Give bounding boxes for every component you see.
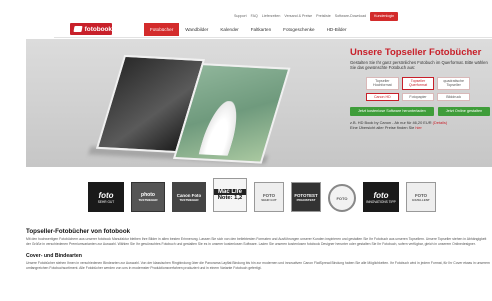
canon-testsieger-badge: Canon Foto TESTSIEGER bbox=[172, 182, 206, 212]
badge-sub: Note: 1,2 bbox=[217, 195, 243, 201]
cta-buttons: Jetzt kostenlose Software herunterladen … bbox=[350, 106, 491, 116]
badge-sub: SEHR GUT bbox=[261, 197, 277, 202]
book-icon bbox=[73, 26, 83, 32]
nav-item-hd-bilder[interactable]: HD-Bilder bbox=[321, 23, 353, 36]
fototest-badge: FOTOTEST PRAXISTEST bbox=[291, 182, 321, 212]
option-quadratisch[interactable]: quadratische Topseller bbox=[437, 76, 470, 90]
foto-magazin-badge: FOTO SEHR GUT bbox=[254, 182, 284, 212]
nav-item-fotogeschenke[interactable]: Fotogeschenke bbox=[277, 23, 320, 36]
main-nav: fotobook Fotobücher Wandbilder Kalender … bbox=[54, 23, 492, 38]
hero-subtitle: Gestalten Sie Ihr ganz persönliches Foto… bbox=[350, 60, 488, 71]
faq-link[interactable]: FAQ bbox=[251, 12, 258, 21]
bindearten-paragraph: Unsere Fotobücher stehen Ihnen in versch… bbox=[26, 261, 490, 270]
badge-sub: INNOVATIONS TIPP bbox=[366, 199, 396, 204]
badge-title: foto bbox=[98, 190, 114, 200]
photo-testsieger-badge: photo TESTSIEGER bbox=[131, 182, 165, 212]
award-badges: foto SEHR GUT photo TESTSIEGER Canon Fot… bbox=[88, 178, 436, 212]
logo-text: fotobook bbox=[84, 25, 112, 33]
price-details-link[interactable]: (Details) bbox=[433, 120, 447, 125]
nav-item-fotobuecher[interactable]: Fotobücher bbox=[144, 23, 180, 36]
preisliste-link[interactable]: Preisliste bbox=[316, 12, 331, 21]
foto-badge: foto SEHR GUT bbox=[88, 182, 124, 212]
option-canon-hd[interactable]: Canon HD bbox=[366, 92, 399, 101]
price-note: Eine Übersicht aller Preise finden Sie bbox=[350, 124, 415, 130]
hero-title: Unsere Topseller Fotobücher bbox=[350, 47, 482, 58]
page: Support FAQ Lieferzeiten Versand & Preis… bbox=[0, 0, 492, 301]
badge-title: FOTO bbox=[336, 195, 348, 201]
foto-exzellent-badge: FOTO EXZELLENT bbox=[406, 182, 436, 212]
fotobook-logo[interactable]: fotobook bbox=[70, 23, 112, 35]
price-info: z.B. HD Book by Canon - Ab nur für 46,20… bbox=[350, 120, 488, 130]
option-bilddruck[interactable]: Bilddruck bbox=[437, 92, 470, 101]
seo-content: Topseller-Fotobücher von fotobook Mit de… bbox=[26, 228, 492, 270]
badge-sub: TESTSIEGER bbox=[179, 197, 199, 202]
badge-title: foto bbox=[373, 190, 389, 200]
badge-sub: SEHR GUT bbox=[97, 199, 115, 204]
badge-sub: EXZELLENT bbox=[412, 197, 430, 202]
kundenlogin-button[interactable]: Kundenlogin bbox=[370, 12, 399, 21]
online-gestalten-button[interactable]: Jetzt Online gestalten bbox=[437, 106, 491, 116]
badge-sub: TESTSIEGER bbox=[138, 198, 158, 202]
support-link[interactable]: Support bbox=[234, 12, 247, 21]
bindearten-heading: Cover- und Bindearten bbox=[26, 253, 82, 260]
software-download-button[interactable]: Jetzt kostenlose Software herunterladen bbox=[350, 106, 434, 116]
topseller-panel: Unsere Topseller Fotobücher Gestalten Si… bbox=[350, 47, 491, 130]
nav-item-kalender[interactable]: Kalender bbox=[214, 23, 244, 36]
topseller-heading: Topseller-Fotobücher von fotobook bbox=[26, 228, 131, 235]
nav-item-wandbilder[interactable]: Wandbilder bbox=[179, 23, 214, 36]
nav-item-faltkarten[interactable]: Faltkarten bbox=[245, 23, 277, 36]
hero-banner: Unsere Topseller Fotobücher Gestalten Si… bbox=[26, 39, 492, 167]
top-links-bar: Support FAQ Lieferzeiten Versand & Preis… bbox=[234, 12, 399, 21]
software-download-link[interactable]: Software-Download bbox=[335, 12, 366, 21]
option-hochformat[interactable]: Topseller Hochformat bbox=[366, 76, 399, 90]
badge-sub: PRAXISTEST bbox=[296, 197, 316, 202]
maclife-badge: Mac Life Note: 1,2 bbox=[213, 178, 247, 212]
nav-items: Fotobücher Wandbilder Kalender Faltkarte… bbox=[144, 23, 353, 36]
gsiegel-badge: FOTO bbox=[328, 184, 356, 212]
option-fotopapier[interactable]: Fotopapier bbox=[401, 92, 435, 101]
versand-link[interactable]: Versand & Preise bbox=[284, 12, 312, 21]
option-querformat[interactable]: Topseller Querformat bbox=[401, 76, 435, 90]
price-overview-link[interactable]: hier bbox=[415, 125, 422, 130]
foto-innovation-badge: foto INNOVATIONS TIPP bbox=[363, 182, 399, 212]
lieferzeiten-link[interactable]: Lieferzeiten bbox=[262, 12, 281, 21]
topseller-paragraph: Mit den hochwertigen Fotobüchern aus uns… bbox=[26, 237, 487, 246]
open-photobook-image bbox=[88, 54, 291, 164]
format-options: Topseller Hochformat Topseller Querforma… bbox=[366, 76, 470, 101]
